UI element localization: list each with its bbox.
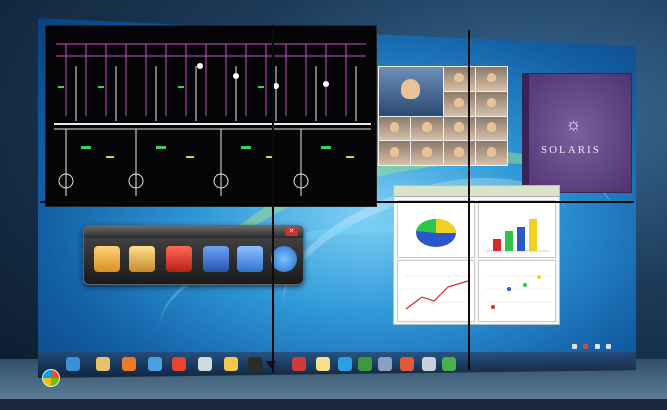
toolbar-title-bar[interactable]: [84, 226, 303, 238]
video-participant-tile[interactable]: [379, 116, 411, 141]
delete-icon[interactable]: [166, 246, 192, 272]
video-conference-window[interactable]: [378, 66, 508, 166]
tray-icon[interactable]: [572, 344, 577, 349]
pie-chart: [416, 218, 456, 247]
video-participant-tile[interactable]: [379, 67, 443, 116]
folder-upload-icon[interactable]: [129, 246, 155, 272]
app-icon[interactable]: [148, 357, 162, 371]
display-bezel: [40, 201, 634, 203]
layout-icon[interactable]: [203, 246, 229, 272]
video-participant-tile[interactable]: [475, 67, 507, 91]
pie-chart-panel[interactable]: [397, 200, 475, 258]
folder-download-icon[interactable]: [94, 246, 120, 272]
line-chart: [404, 275, 470, 310]
video-participant-tile[interactable]: [411, 141, 443, 165]
system-tray[interactable]: [572, 336, 617, 349]
chrome-icon[interactable]: [172, 357, 186, 371]
solaris-side-panel: [523, 74, 529, 192]
bar-chart: [485, 219, 549, 252]
excel-icon[interactable]: [358, 357, 372, 371]
app-icon[interactable]: [292, 357, 306, 371]
video-participant-tile[interactable]: [443, 91, 475, 116]
scatter-chart: [485, 275, 551, 309]
video-participant-tile[interactable]: [443, 67, 475, 91]
media-player-icon[interactable]: [122, 357, 136, 371]
line-chart-panel[interactable]: [397, 260, 475, 322]
tray-icon[interactable]: [594, 344, 600, 349]
tray-icon[interactable]: [583, 344, 589, 349]
solaris-brand-text: SOLARIS: [541, 144, 601, 156]
screen-switch-icon[interactable]: [237, 246, 263, 272]
folder-icon[interactable]: [96, 357, 110, 371]
spreadsheet-header: [394, 186, 559, 197]
app-icon[interactable]: [198, 357, 212, 371]
display-bezel: [468, 30, 470, 370]
solaris-logo-icon: ☼: [565, 114, 582, 134]
video-participant-tile[interactable]: [443, 141, 475, 165]
start-button[interactable]: [42, 369, 60, 387]
bar-chart-panel[interactable]: [478, 200, 556, 258]
app-icon[interactable]: [378, 357, 392, 371]
tray-icon[interactable]: [606, 344, 612, 349]
scatter-chart-panel[interactable]: [478, 260, 556, 322]
video-participant-tile[interactable]: [443, 116, 475, 141]
video-participant-tile[interactable]: [475, 91, 507, 116]
video-participant-tile[interactable]: [379, 141, 411, 165]
display-bezel: [272, 25, 274, 373]
powerpoint-icon[interactable]: [400, 357, 414, 371]
skype-icon[interactable]: [338, 357, 352, 371]
spreadsheet-charts-window[interactable]: [393, 185, 560, 325]
video-participant-tile[interactable]: [475, 116, 507, 141]
help-icon[interactable]: [271, 246, 297, 272]
mail-icon[interactable]: [224, 357, 238, 371]
notes-icon[interactable]: [316, 357, 330, 371]
scada-diagram-window[interactable]: [45, 25, 377, 207]
app-icon[interactable]: [422, 357, 436, 371]
app-icon[interactable]: [442, 357, 456, 371]
mouse-pointer-icon: [266, 361, 276, 369]
video-participant-tile[interactable]: [411, 116, 443, 141]
control-toolbar-window[interactable]: ✕: [83, 225, 304, 285]
scada-diagram: [54, 43, 371, 196]
solaris-desktop-window[interactable]: ☼ SOLARIS: [522, 73, 632, 193]
ie-icon[interactable]: [66, 357, 80, 371]
video-participant-tile[interactable]: [475, 141, 507, 165]
close-icon[interactable]: ✕: [285, 228, 298, 236]
app-icon[interactable]: [248, 357, 262, 371]
